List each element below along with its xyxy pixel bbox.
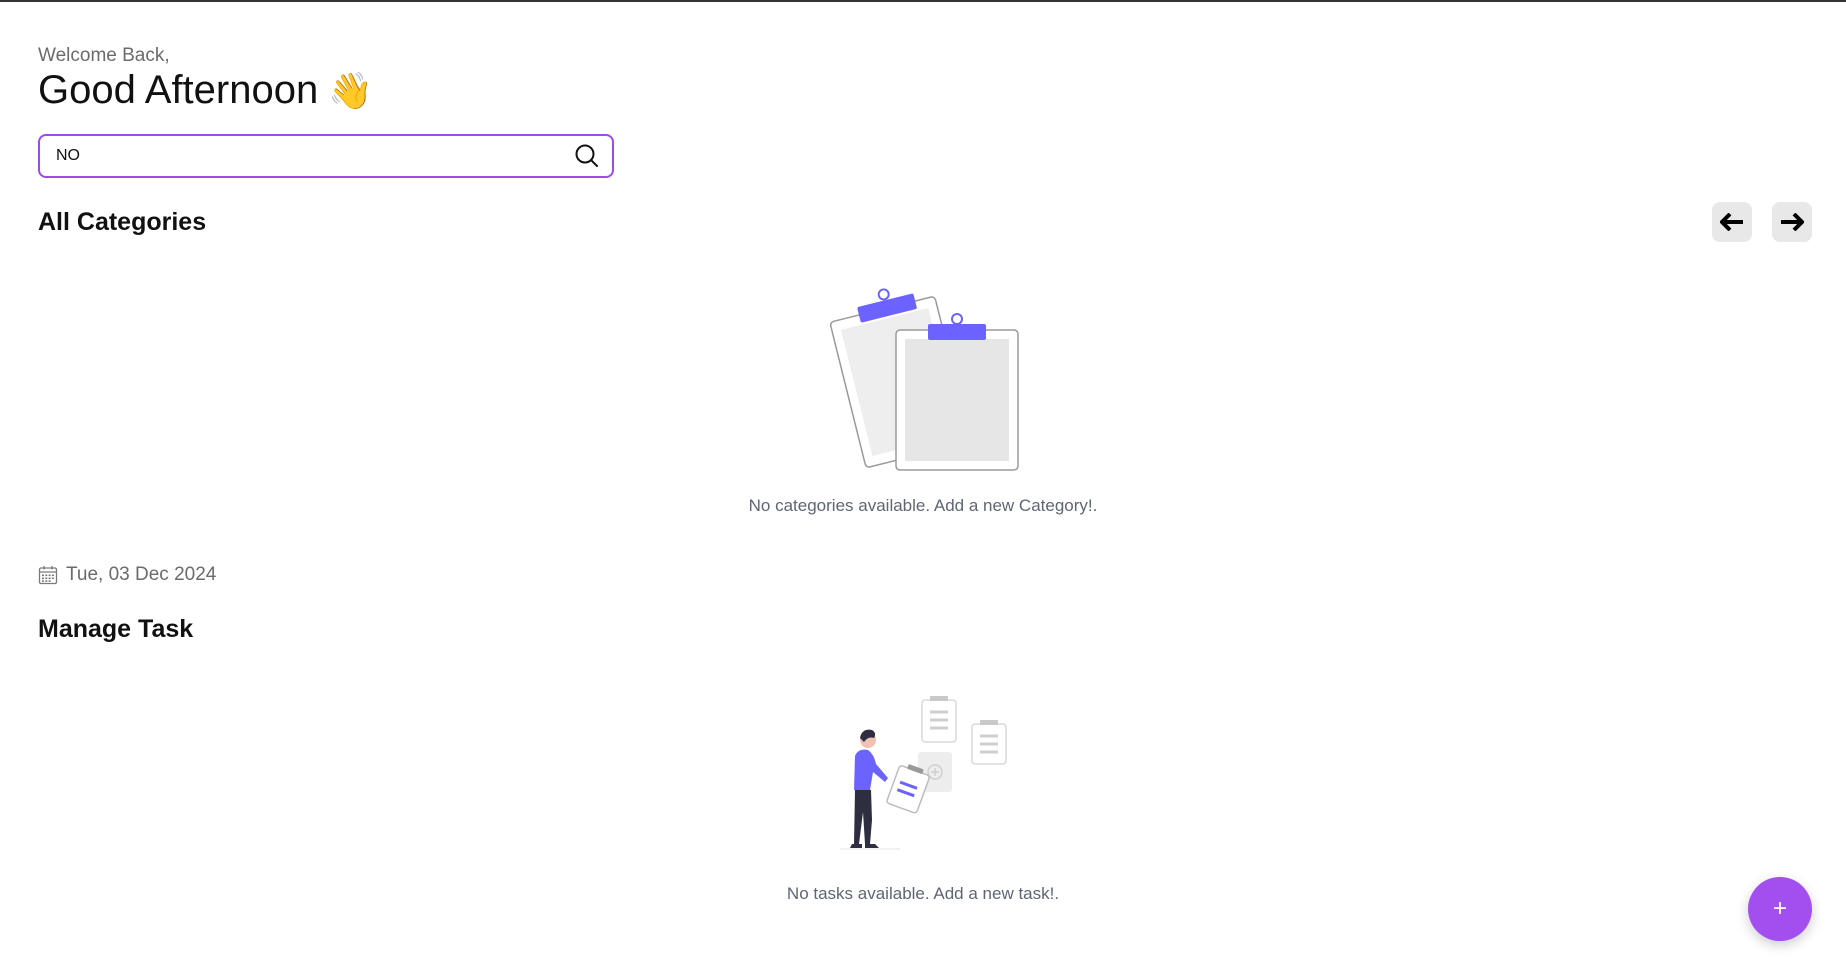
categories-empty-message: No categories available. Add a new Categ… — [748, 496, 1098, 515]
current-date: Tue, 03 Dec 2024 — [66, 564, 217, 585]
top-border — [0, 0, 1846, 2]
welcome-text: Welcome Back, — [38, 45, 170, 66]
date-row: Tue, 03 Dec 2024 — [38, 564, 216, 586]
search-icon — [575, 144, 598, 167]
home-page: Welcome Back, Good Afternoon 👋 All Categ… — [0, 0, 1846, 962]
waving-hand-icon: 👋 — [328, 69, 374, 111]
tasks-title: Manage Task — [38, 615, 194, 643]
empty-categories-illustration — [829, 288, 1019, 471]
categories-prev-button[interactable] — [1712, 202, 1752, 242]
add-task-button[interactable]: + — [1748, 877, 1812, 941]
empty-tasks-illustration — [840, 696, 1007, 850]
calendar-icon — [38, 566, 58, 585]
categories-title: All Categories — [38, 208, 207, 236]
search-button[interactable] — [572, 141, 602, 171]
greeting-text: Good Afternoon — [38, 68, 319, 112]
tasks-empty-message: No tasks available. Add a new task!. — [786, 884, 1060, 903]
arrow-left-icon — [1720, 213, 1743, 231]
arrow-right-icon — [1781, 213, 1804, 231]
search-input[interactable] — [56, 147, 572, 165]
greeting-heading: Good Afternoon 👋 — [38, 68, 373, 113]
categories-next-button[interactable] — [1772, 202, 1812, 242]
search-box — [38, 134, 614, 178]
